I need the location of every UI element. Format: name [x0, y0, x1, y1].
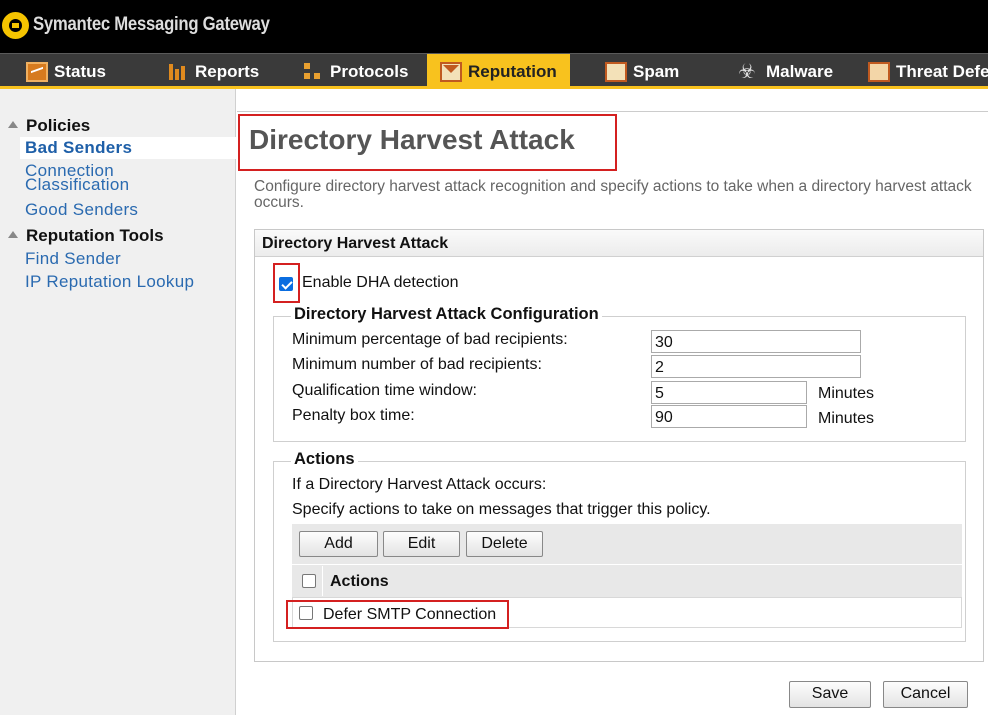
tab-threat-defense[interactable]: Threat Defe — [868, 54, 988, 90]
tab-spam[interactable]: Spam — [605, 54, 679, 90]
sidebar-item-connection-classification[interactable]: Connection Classification — [25, 162, 165, 193]
malware-icon — [738, 59, 760, 84]
min-number-input[interactable]: 2 — [651, 355, 861, 378]
cancel-button[interactable]: Cancel — [883, 681, 968, 708]
actions-description: Specify actions to take on messages that… — [292, 501, 711, 518]
tab-label: Malware — [766, 62, 834, 81]
sidebar-item-find-sender[interactable]: Find Sender — [25, 249, 121, 269]
penalty-box-input[interactable]: 90 — [651, 405, 807, 428]
sidebar-item-ip-reputation-lookup[interactable]: IP Reputation Lookup — [25, 272, 194, 292]
config-legend: Directory Harvest Attack Configuration — [291, 305, 602, 324]
save-button[interactable]: Save — [789, 681, 871, 708]
config-label: Penalty box time: — [292, 407, 415, 424]
tab-protocols[interactable]: Protocols — [302, 54, 408, 90]
app-header: Symantec Messaging Gateway — [0, 0, 988, 53]
sidebar-section-policies: Policies — [26, 116, 91, 135]
unit-label: Minutes — [818, 385, 875, 402]
select-all-checkbox[interactable] — [302, 574, 316, 588]
actions-table-header — [292, 565, 962, 597]
delete-button[interactable]: Delete — [466, 531, 543, 557]
add-button[interactable]: Add — [299, 531, 378, 557]
status-icon — [26, 62, 48, 82]
spam-icon — [605, 62, 627, 82]
reports-icon — [167, 62, 189, 82]
min-percentage-input[interactable]: 30 — [651, 330, 861, 353]
app-title: Symantec Messaging Gateway — [33, 14, 270, 35]
collapse-arrow-icon[interactable] — [8, 231, 18, 238]
tab-label: Threat Defe — [896, 62, 988, 81]
enable-dha-label: Enable DHA detection — [302, 274, 459, 291]
tab-label: Reports — [195, 62, 260, 81]
config-label: Minimum percentage of bad recipients: — [292, 331, 568, 348]
tab-label: Spam — [633, 62, 680, 81]
tab-label: Protocols — [330, 62, 409, 81]
tab-malware[interactable]: Malware — [738, 54, 833, 90]
actions-column-header: Actions — [330, 573, 389, 590]
panel-header: Directory Harvest Attack — [255, 230, 983, 257]
tab-status[interactable]: Status — [26, 54, 106, 90]
unit-label: Minutes — [818, 410, 875, 427]
column-divider — [322, 566, 323, 596]
protocols-icon — [302, 62, 324, 82]
sidebar-section-reputation-tools: Reputation Tools — [26, 226, 164, 245]
actions-legend: Actions — [291, 450, 358, 469]
main-tab-bar: Status Reports Protocols Reputation Spam… — [0, 53, 988, 90]
tab-label: Status — [54, 62, 106, 81]
reputation-icon — [440, 62, 462, 82]
checkbox-highlight-box — [273, 263, 300, 303]
tab-reports[interactable]: Reports — [167, 54, 259, 90]
sidebar-item-bad-senders[interactable]: Bad Senders — [20, 137, 236, 159]
tab-label: Reputation — [468, 62, 557, 81]
title-highlight-box — [238, 114, 617, 171]
threat-defense-icon — [868, 62, 890, 82]
symantec-logo-icon — [2, 12, 29, 39]
config-label: Minimum number of bad recipients: — [292, 356, 542, 373]
collapse-arrow-icon[interactable] — [8, 121, 18, 128]
divider — [237, 111, 988, 112]
actions-description: If a Directory Harvest Attack occurs: — [292, 476, 547, 493]
tab-reputation[interactable]: Reputation — [427, 54, 570, 90]
sidebar-item-good-senders[interactable]: Good Senders — [25, 200, 138, 220]
qualification-window-input[interactable]: 5 — [651, 381, 807, 404]
row-highlight-box — [286, 600, 509, 629]
page-description: Configure directory harvest attack recog… — [254, 178, 972, 211]
edit-button[interactable]: Edit — [383, 531, 460, 557]
config-label: Qualification time window: — [292, 382, 477, 399]
